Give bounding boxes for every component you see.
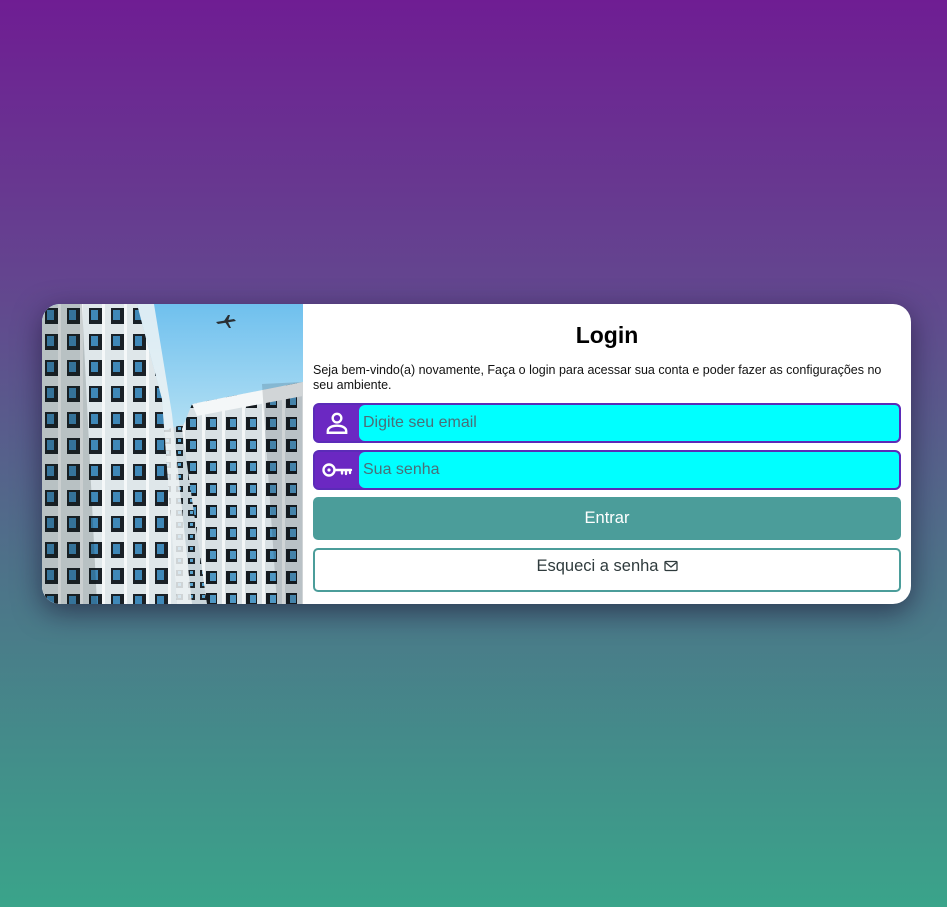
mail-icon bbox=[663, 558, 678, 577]
user-icon bbox=[315, 405, 359, 441]
page-title: Login bbox=[575, 322, 639, 348]
building-photo bbox=[42, 304, 303, 604]
email-field-group bbox=[313, 403, 901, 443]
forgot-password-label: Esqueci a senha bbox=[536, 557, 659, 575]
password-input[interactable] bbox=[359, 452, 899, 488]
login-button[interactable]: Entrar bbox=[313, 497, 901, 540]
building-photo-illustration bbox=[42, 304, 303, 604]
email-input[interactable] bbox=[359, 405, 899, 441]
login-card: Login Seja bem-vindo(a) novamente, Faça … bbox=[42, 304, 911, 604]
forgot-password-button[interactable]: Esqueci a senha bbox=[313, 548, 901, 592]
key-icon bbox=[315, 452, 359, 488]
login-form: Login Seja bem-vindo(a) novamente, Faça … bbox=[303, 304, 911, 604]
password-field-group bbox=[313, 450, 901, 490]
welcome-text: Seja bem-vindo(a) novamente, Faça o logi… bbox=[313, 363, 882, 392]
